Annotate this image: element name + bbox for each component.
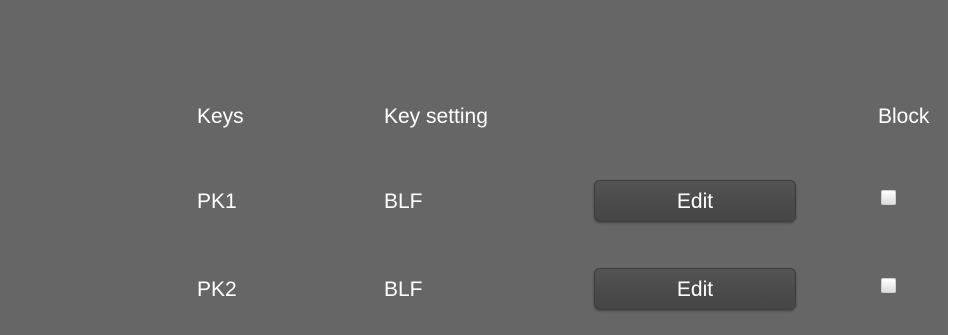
header-keys: Keys xyxy=(197,105,244,128)
block-checkbox[interactable] xyxy=(881,190,896,205)
keys-settings-panel: Keys Key setting Block PK1 BLF Edit PK2 … xyxy=(0,0,948,335)
table-header: Keys Key setting Block xyxy=(0,97,948,137)
key-name: PK2 xyxy=(197,278,237,301)
edit-button[interactable]: Edit xyxy=(594,180,796,222)
block-checkbox[interactable] xyxy=(881,278,896,293)
header-block: Block xyxy=(878,105,930,128)
key-setting-value: BLF xyxy=(384,278,423,301)
header-key-setting: Key setting xyxy=(384,105,488,128)
table-row: PK1 BLF Edit xyxy=(0,176,948,228)
edit-button[interactable]: Edit xyxy=(594,268,796,310)
key-setting-value: BLF xyxy=(384,190,423,213)
key-name: PK1 xyxy=(197,190,237,213)
table-row: PK2 BLF Edit xyxy=(0,264,948,316)
